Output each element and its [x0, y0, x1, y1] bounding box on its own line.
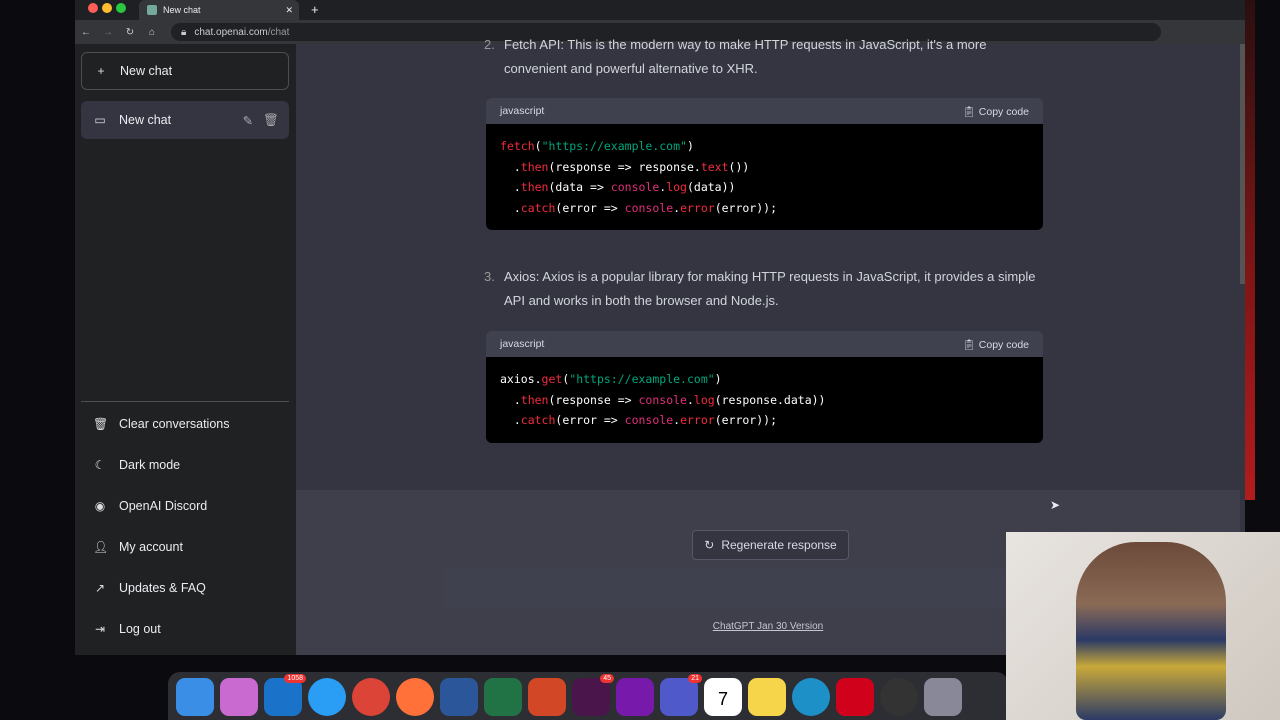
item-label: Updates & FAQ	[119, 581, 206, 595]
openai-discord-link[interactable]: ◉ OpenAI Discord	[81, 487, 289, 525]
word-icon[interactable]	[440, 678, 478, 716]
list-item-fetch: 2. Fetch API: This is the modern way to m…	[484, 33, 1044, 81]
code-language: javascript	[500, 105, 545, 117]
new-tab-icon[interactable]: +	[311, 2, 319, 17]
badge: 21	[688, 674, 702, 683]
tab-bar: New chat ✕ +	[75, 0, 1245, 20]
preview-icon[interactable]	[924, 678, 962, 716]
item-label: OpenAI Discord	[119, 499, 208, 513]
maximize-window-button[interactable]	[116, 3, 126, 13]
launchpad-icon[interactable]	[220, 678, 258, 716]
item-label: Dark mode	[119, 458, 181, 472]
close-tab-icon[interactable]: ✕	[285, 5, 293, 16]
user-icon: 👤︎	[93, 540, 109, 554]
chat-item[interactable]: ▭ New chat ✎ 🗑︎	[81, 101, 289, 139]
external-link-icon: ↗	[94, 581, 106, 595]
app-icon[interactable]	[792, 678, 830, 716]
code-content: axios.get("https://example.com") .then(r…	[486, 357, 1043, 443]
code-block-fetch: javascript 📋︎ Copy code fetch("https://ex…	[486, 98, 1043, 230]
copy-label: Copy code	[978, 105, 1029, 118]
firefox-icon[interactable]	[396, 678, 434, 716]
forward-icon[interactable]: →	[97, 27, 119, 38]
new-chat-label: New chat	[120, 64, 173, 78]
code-block-axios: javascript 📋︎ Copy code axios.get("https:…	[486, 331, 1043, 443]
dock: 1058 45 21 7	[168, 672, 1008, 720]
teams-icon[interactable]: 21	[660, 674, 702, 716]
dark-mode-button[interactable]: ☾ Dark mode	[81, 446, 289, 484]
list-number: 2.	[484, 37, 495, 52]
openai-favicon-icon	[147, 5, 157, 15]
calendar-icon[interactable]: 7	[704, 678, 742, 716]
onenote-icon[interactable]	[616, 678, 654, 716]
copy-code-button[interactable]: 📋︎ Copy code	[963, 338, 1029, 351]
discord-icon: ◉	[94, 499, 106, 513]
outlook-icon[interactable]: 1058	[264, 674, 306, 716]
slack-icon[interactable]: 45	[572, 674, 614, 716]
url-path: /chat	[267, 26, 290, 38]
chat-item-label: New chat	[119, 113, 172, 127]
code-language: javascript	[500, 338, 545, 350]
background-decoration	[1245, 0, 1255, 500]
logout-icon: ⇥	[94, 622, 106, 636]
close-window-button[interactable]	[88, 3, 98, 13]
sidebar: + New chat ▭ New chat ✎ 🗑︎ 🗑︎ Clear conversat…	[75, 44, 296, 655]
item-label: Clear conversations	[119, 417, 230, 431]
webcam-overlay	[1006, 532, 1280, 720]
code-content: fetch("https://example.com") .then(respo…	[486, 124, 1043, 230]
updates-faq-link[interactable]: ↗ Updates & FAQ	[81, 569, 289, 607]
regenerate-label: Regenerate response	[721, 538, 837, 552]
tab-new-chat[interactable]: New chat ✕	[139, 0, 299, 20]
moon-icon: ☾	[94, 458, 106, 472]
edit-icon[interactable]: ✎	[243, 113, 253, 128]
notes-icon[interactable]	[748, 678, 786, 716]
list-number: 3.	[484, 269, 495, 284]
new-chat-button[interactable]: + New chat	[81, 52, 289, 90]
copy-label: Copy code	[978, 338, 1029, 351]
powerpoint-icon[interactable]	[528, 678, 566, 716]
mouse-cursor-icon: ➤	[1050, 498, 1061, 512]
copy-code-button[interactable]: 📋︎ Copy code	[963, 105, 1029, 118]
tab-title: New chat	[163, 5, 201, 15]
list-item-axios: 3. Axios: Axios is a popular library for …	[484, 265, 1044, 313]
refresh-icon: ↻	[704, 538, 715, 552]
presenter-video	[1076, 542, 1226, 720]
badge: 1058	[284, 674, 306, 683]
calendar-day: 7	[717, 689, 728, 709]
log-out-button[interactable]: ⇥ Log out	[81, 610, 289, 648]
trash-icon[interactable]: 🗑︎	[263, 113, 279, 128]
item-label: Log out	[119, 622, 161, 636]
home-icon[interactable]: ⌂	[141, 27, 163, 38]
message-input[interactable]	[444, 569, 1094, 609]
chrome-icon[interactable]	[352, 678, 390, 716]
list-text: Axios: Axios is a popular library for ma…	[504, 269, 1036, 308]
back-icon[interactable]: ←	[75, 27, 97, 38]
sidebar-divider	[81, 401, 289, 402]
badge: 45	[600, 674, 614, 683]
clear-conversations-button[interactable]: 🗑︎ Clear conversations	[81, 405, 289, 443]
finder-icon[interactable]	[176, 678, 214, 716]
chat-bubble-icon: ▭	[94, 113, 106, 127]
acrobat-icon[interactable]	[836, 678, 874, 716]
excel-icon[interactable]	[484, 678, 522, 716]
reload-icon[interactable]: ↻	[119, 27, 141, 38]
regenerate-response-button[interactable]: ↻ Regenerate response	[692, 530, 849, 560]
minimize-window-button[interactable]	[102, 3, 112, 13]
lock-icon: 🔒︎	[181, 26, 187, 38]
my-account-button[interactable]: 👤︎ My account	[81, 528, 289, 566]
safari-icon[interactable]	[308, 678, 346, 716]
obs-icon[interactable]	[880, 678, 918, 716]
item-label: My account	[119, 540, 183, 554]
url-host: chat.openai.com	[194, 26, 268, 38]
trash-icon: 🗑︎	[93, 417, 109, 431]
plus-icon: +	[97, 64, 105, 78]
list-text: Fetch API: This is the modern way to mak…	[504, 37, 987, 76]
